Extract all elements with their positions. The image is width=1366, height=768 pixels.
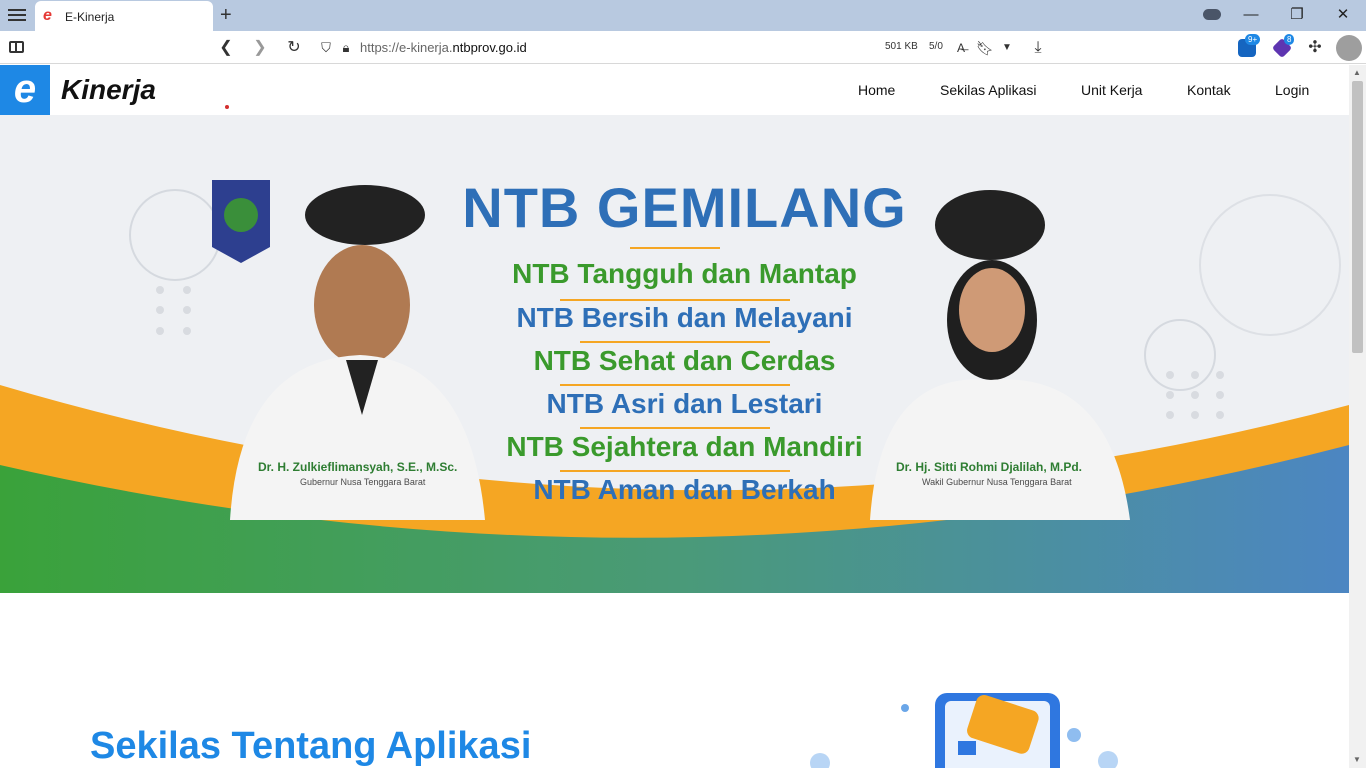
page-scrollbar[interactable]: ▲ ▼ bbox=[1349, 65, 1366, 768]
browser-menu-icon[interactable] bbox=[6, 6, 28, 26]
motto-4: NTB Asri dan Lestari bbox=[546, 388, 823, 419]
motto-6: NTB Aman dan Berkah bbox=[533, 474, 836, 505]
puzzle-icon[interactable]: ✣ bbox=[1305, 38, 1325, 58]
logo-letter: e bbox=[13, 67, 37, 111]
download-icon[interactable]: ⤓ bbox=[1028, 38, 1048, 58]
vice-governor-name: Dr. Hj. Sitti Rohmi Djalilah, M.Pd. bbox=[896, 460, 1083, 474]
vice-governor-role: Wakil Gubernur Nusa Tenggara Barat bbox=[922, 477, 1072, 487]
page-size-label: 501 KB bbox=[885, 41, 918, 52]
sidebar-toggle-icon[interactable] bbox=[9, 41, 24, 53]
motto-1: NTB Tangguh dan Mantap bbox=[512, 258, 857, 289]
e-kinerja-favicon-icon: e bbox=[43, 7, 52, 24]
browser-toolbar: ❮ ❯ ↻ ⛉ 🔒︎ https://e-kinerja.ntbprov.go.… bbox=[0, 31, 1366, 64]
back-icon[interactable]: ❮ bbox=[216, 38, 236, 58]
site-navbar: e Kinerja Home Sekilas Aplikasi Unit Ker… bbox=[0, 65, 1349, 115]
scroll-thumb[interactable] bbox=[1352, 81, 1363, 353]
brand-name[interactable]: Kinerja bbox=[61, 74, 156, 106]
forward-icon[interactable]: ❯ bbox=[250, 38, 270, 58]
lock-icon[interactable]: 🔒︎ bbox=[336, 38, 356, 58]
motto-2: NTB Bersih dan Melayani bbox=[516, 302, 853, 333]
motto-5: NTB Sejahtera dan Mandiri bbox=[506, 431, 863, 462]
close-icon[interactable]: ✕ bbox=[1333, 6, 1353, 24]
cloud-icon[interactable] bbox=[1203, 9, 1221, 20]
restore-icon[interactable]: ❐ bbox=[1287, 6, 1307, 24]
tab-title: E-Kinerja bbox=[65, 10, 115, 24]
scroll-down-icon[interactable]: ▼ bbox=[1353, 755, 1361, 764]
profile-avatar[interactable] bbox=[1336, 35, 1362, 61]
extension-badge-1: 9+ bbox=[1245, 34, 1261, 45]
motto-3: NTB Sehat dan Cerdas bbox=[533, 345, 836, 376]
minimize-icon[interactable]: — bbox=[1241, 6, 1261, 24]
counter-label: 5/0 bbox=[929, 41, 943, 52]
hero-banner: NTB GEMILANG NTB Tangguh dan Mantap NTB … bbox=[0, 115, 1349, 593]
url-domain: ntbprov.go.id bbox=[452, 40, 527, 55]
app-illustration bbox=[810, 693, 1118, 768]
site-logo[interactable]: e bbox=[0, 65, 50, 115]
url-prefix: https://e-kinerja. bbox=[360, 40, 453, 55]
extension-badge-2: 8 bbox=[1284, 34, 1295, 45]
nav-unit-kerja[interactable]: Unit Kerja bbox=[1081, 82, 1142, 98]
chevron-down-icon[interactable]: ▼ bbox=[997, 38, 1017, 58]
governor-role: Gubernur Nusa Tenggara Barat bbox=[300, 477, 426, 487]
reload-icon[interactable]: ↻ bbox=[284, 38, 304, 58]
translate-icon[interactable]: A̶ bbox=[951, 38, 971, 58]
scroll-up-icon[interactable]: ▲ bbox=[1353, 68, 1361, 77]
governor-name: Dr. H. Zulkieflimansyah, S.E., M.Sc. bbox=[258, 460, 458, 474]
website: e Kinerja Home Sekilas Aplikasi Unit Ker… bbox=[0, 65, 1349, 768]
browser-tab-bar: e E-Kinerja + — ❐ ✕ bbox=[0, 0, 1366, 31]
nav-sekilas-aplikasi[interactable]: Sekilas Aplikasi bbox=[940, 82, 1037, 98]
browser-tab[interactable]: e E-Kinerja bbox=[35, 1, 213, 31]
address-bar[interactable]: https://e-kinerja.ntbprov.go.id bbox=[360, 40, 527, 55]
nav-home[interactable]: Home bbox=[858, 82, 895, 98]
about-section-title: Sekilas Tentang Aplikasi bbox=[90, 725, 532, 767]
hero-title: NTB GEMILANG bbox=[462, 176, 907, 239]
shield-icon[interactable]: ⛉ bbox=[316, 38, 336, 58]
new-tab-icon[interactable]: + bbox=[220, 4, 232, 26]
nav-kontak[interactable]: Kontak bbox=[1187, 82, 1231, 98]
bookmark-icon[interactable]: 🔖︎ bbox=[975, 38, 995, 58]
decorative-dot bbox=[225, 105, 229, 109]
nav-login[interactable]: Login bbox=[1275, 82, 1309, 98]
